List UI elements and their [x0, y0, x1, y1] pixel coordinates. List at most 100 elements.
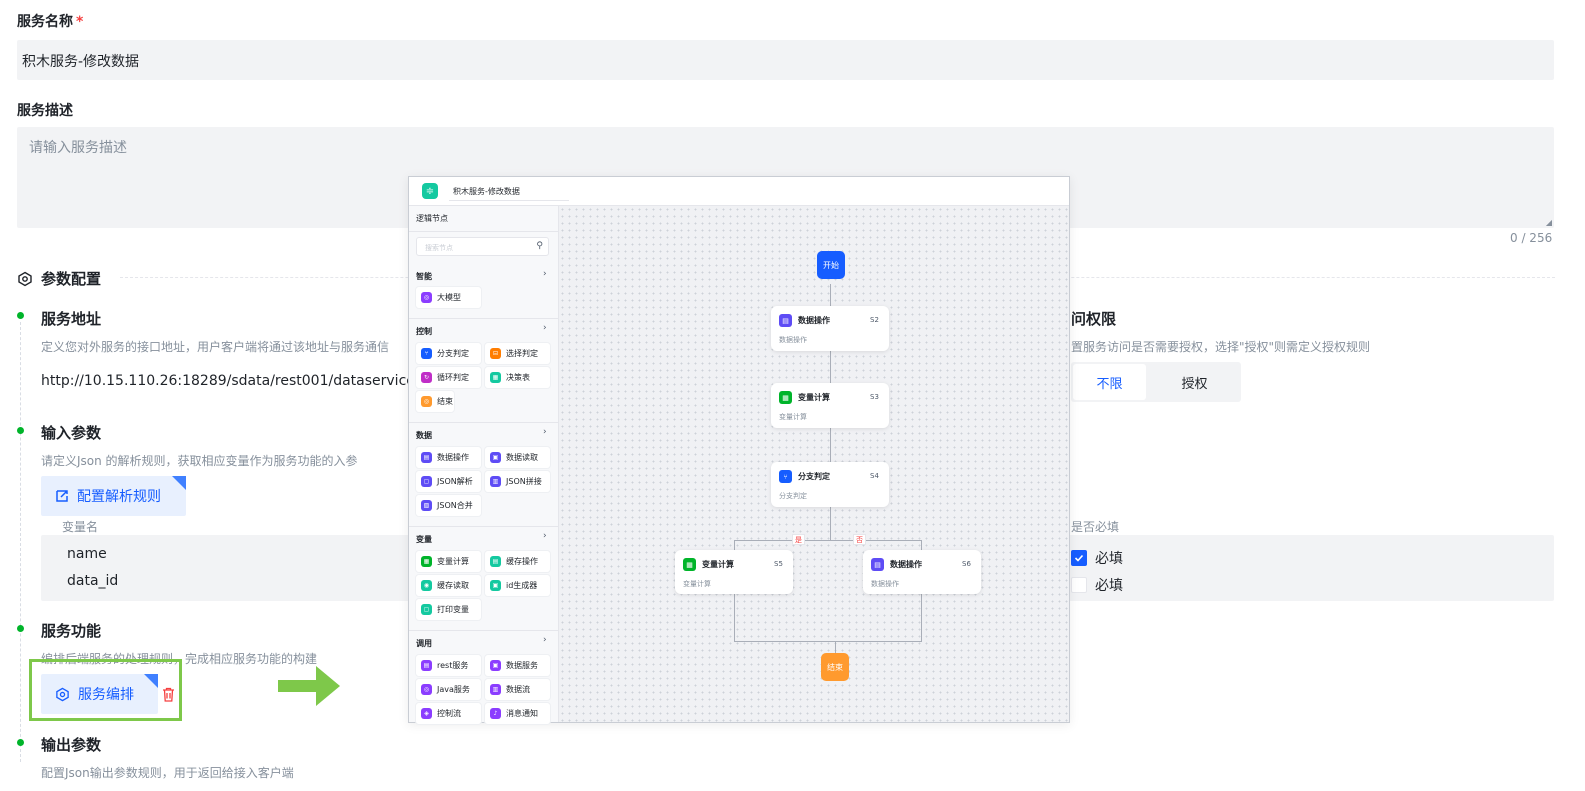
- search-icon[interactable]: ⚲: [536, 241, 543, 251]
- loop-icon: ↻: [421, 372, 432, 383]
- node-title: 变量计算: [798, 393, 830, 402]
- palette-item-rest[interactable]: ▤ rest服务: [416, 655, 481, 676]
- palette-item-label: 数据操作: [437, 453, 469, 462]
- checkbox-unchecked-icon[interactable]: [1071, 577, 1087, 593]
- node-title: 数据操作: [890, 560, 922, 569]
- service-desc-placeholder: 请输入服务描述: [29, 140, 127, 156]
- access-permission-title: 问权限: [1071, 310, 1117, 328]
- palette-item-json-parse[interactable]: ▢ JSON解析: [416, 471, 481, 492]
- palette-item-label: 缓存操作: [506, 557, 538, 566]
- node-subtitle: 变量计算: [683, 580, 711, 588]
- json-parse-icon: ▢: [421, 476, 432, 487]
- flow-canvas[interactable]: 是 否 开始 ▤ 数据操作 S2 数据操作 ▦ 变量计算 S3 变量计算 ⑂ 分…: [559, 206, 1069, 722]
- bell-icon: ♪: [490, 708, 501, 719]
- palette-item-var-calc[interactable]: ▦ 变量计算: [416, 551, 481, 572]
- service-name-input[interactable]: 积木服务-修改数据: [17, 40, 1554, 80]
- connector-line: [734, 594, 735, 641]
- node-id: S3: [870, 393, 879, 401]
- chevron-right-icon[interactable]: ›: [543, 427, 547, 437]
- access-option-authorize[interactable]: 授权: [1158, 364, 1231, 400]
- desc-counter: 0 / 256: [1510, 231, 1553, 245]
- node-subtitle: 分支判定: [779, 492, 807, 500]
- required-checkbox-row[interactable]: 必填: [1071, 575, 1123, 595]
- cache-op-icon: ▤: [490, 556, 501, 567]
- palette-item-data-read[interactable]: ▣ 数据读取: [485, 447, 550, 468]
- flow-end-node[interactable]: 结束: [821, 653, 849, 681]
- palette-item-end[interactable]: ◎ 结束: [416, 391, 454, 412]
- node-title: 变量计算: [702, 560, 734, 569]
- connector-line: [830, 284, 831, 306]
- service-address-desc: 定义您对外服务的接口地址，用户客户端将通过该地址与服务通信: [41, 340, 390, 354]
- chevron-right-icon[interactable]: ›: [543, 635, 547, 645]
- flow-node-s4[interactable]: ⑂ 分支判定 S4 分支判定: [771, 462, 889, 507]
- palette-item-notify[interactable]: ♪ 消息通知: [485, 703, 550, 724]
- dataflow-icon: ▥: [490, 684, 501, 695]
- config-parse-rule-button[interactable]: 配置解析规则: [41, 476, 186, 516]
- palette-item-loop[interactable]: ↻ 循环判定: [416, 367, 481, 388]
- palette-item-data-service[interactable]: ▣ 数据服务: [485, 655, 550, 676]
- title-underline: [449, 200, 569, 201]
- palette-item-controlflow[interactable]: ◈ 控制流: [416, 703, 481, 724]
- flow-editor-title: 积木服务-修改数据: [453, 187, 520, 196]
- palette-item-json-merge[interactable]: ▧ JSON合并: [416, 495, 481, 516]
- delete-icon[interactable]: [162, 687, 175, 706]
- input-params-desc: 请定义Json 的解析规则，获取相应变量作为服务功能的入参: [41, 454, 358, 468]
- data-op-icon: ▤: [871, 558, 884, 571]
- branch-icon: ⑂: [421, 348, 432, 359]
- flow-start-node[interactable]: 开始: [817, 251, 845, 279]
- param-config-header: 参数配置: [17, 268, 101, 289]
- palette-item-decision[interactable]: ▦ 决策表: [485, 367, 550, 388]
- config-parse-rule-label: 配置解析规则: [77, 489, 161, 505]
- output-params-title: 输出参数: [41, 736, 102, 754]
- palette-item-print-var[interactable]: ▢ 打印变量: [416, 599, 481, 620]
- config-rule-icon: [55, 489, 69, 503]
- palette-item-label: 大模型: [437, 293, 461, 302]
- palette-item-label: 选择判定: [506, 349, 538, 358]
- palette-item-json-join[interactable]: ▥ JSON拼接: [485, 471, 550, 492]
- service-orchestrate-label: 服务编排: [78, 687, 134, 703]
- palette-item-data-op[interactable]: ▤ 数据操作: [416, 447, 481, 468]
- rest-icon: ▤: [421, 660, 432, 671]
- palette-item-label: JSON解析: [437, 477, 473, 486]
- palette-item-cache-read[interactable]: ◉ 缓存读取: [416, 575, 481, 596]
- flow-node-s5[interactable]: ▦ 变量计算 S5 变量计算: [675, 550, 793, 594]
- timeline-dot: [17, 427, 24, 434]
- flow-node-s3[interactable]: ▦ 变量计算 S3 变量计算: [771, 383, 889, 428]
- palette-item-label: JSON拼接: [506, 477, 542, 486]
- node-id: S5: [774, 560, 783, 568]
- chevron-right-icon[interactable]: ›: [543, 531, 547, 541]
- flow-node-s6[interactable]: ▤ 数据操作 S6 数据操作: [863, 550, 981, 594]
- palette-title: 逻辑节点: [416, 214, 448, 223]
- corner-badge: [144, 674, 158, 688]
- node-subtitle: 数据操作: [779, 336, 807, 344]
- flow-node-s2[interactable]: ▤ 数据操作 S2 数据操作: [771, 306, 889, 351]
- palette-item-label: id生成器: [506, 581, 538, 590]
- chevron-right-icon[interactable]: ›: [543, 269, 547, 279]
- service-url[interactable]: http://10.15.110.26:18289/sdata/rest001/…: [41, 373, 408, 389]
- palette-group-ai: 智能: [416, 272, 432, 281]
- palette-item-id-gen[interactable]: ▣ id生成器: [485, 575, 550, 596]
- id-gen-icon: ▣: [490, 580, 501, 591]
- select-icon: ⊟: [490, 348, 501, 359]
- palette-divider: [409, 630, 559, 631]
- palette-item-dataflow[interactable]: ▥ 数据流: [485, 679, 550, 700]
- resize-handle-icon[interactable]: ◢: [1546, 218, 1552, 227]
- settings-icon: [55, 687, 70, 702]
- service-orchestrate-button[interactable]: 服务编排: [41, 674, 158, 714]
- output-params-desc: 配置Json输出参数规则，用于返回给接入客户端: [41, 766, 294, 780]
- palette-divider: [409, 526, 559, 527]
- palette-item-branch[interactable]: ⑂ 分支判定: [416, 343, 481, 364]
- palette-item-label: 循环判定: [437, 373, 469, 382]
- checkbox-checked-icon[interactable]: [1071, 550, 1087, 566]
- palette-item-llm[interactable]: ◎ 大模型: [416, 287, 481, 308]
- access-option-unlimited[interactable]: 不限: [1073, 364, 1146, 400]
- palette-item-java[interactable]: ◎ Java服务: [416, 679, 481, 700]
- palette-item-label: 决策表: [506, 373, 530, 382]
- service-name-value: 积木服务-修改数据: [22, 54, 140, 70]
- palette-item-cache-op[interactable]: ▤ 缓存操作: [485, 551, 550, 572]
- palette-item-select[interactable]: ⊟ 选择判定: [485, 343, 550, 364]
- palette-search-input[interactable]: 搜索节点 ⚲: [416, 237, 549, 256]
- chevron-right-icon[interactable]: ›: [543, 323, 547, 333]
- required-checkbox-row[interactable]: 必填: [1071, 548, 1123, 568]
- decision-table-icon: ▦: [490, 372, 501, 383]
